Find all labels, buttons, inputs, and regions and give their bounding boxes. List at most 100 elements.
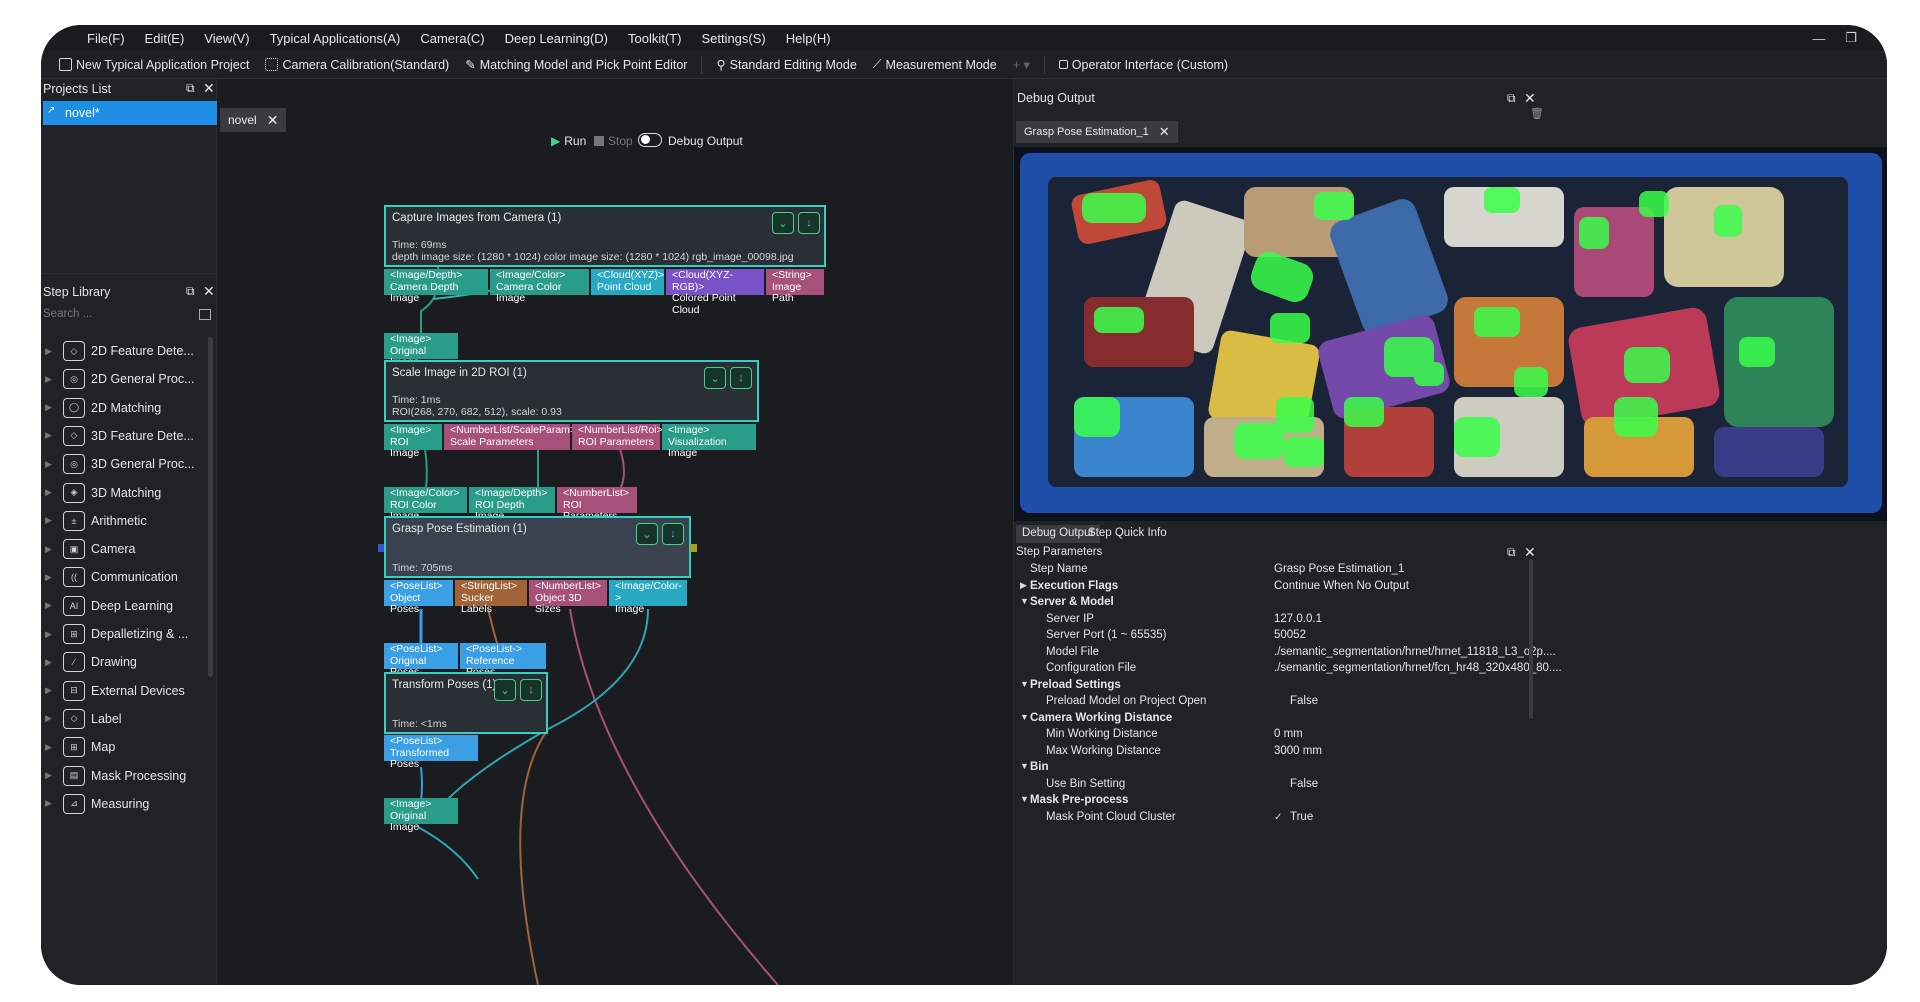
parameter-value[interactable]: 0 mm xyxy=(1274,728,1303,740)
breakpoint-icon[interactable]: ↓ xyxy=(520,679,542,701)
parameter-value[interactable]: ./semantic_segmentation/hrnet/fcn_hr48_3… xyxy=(1274,662,1562,674)
params-scrollbar[interactable] xyxy=(1529,559,1533,719)
parameter-row[interactable]: ▼ Server & Model xyxy=(1014,596,1887,612)
step-library-item[interactable]: ▶ ± Arithmetic xyxy=(41,507,211,535)
minimize-icon[interactable]: — xyxy=(1812,31,1825,46)
step-library-item[interactable]: ▶ ((Communication xyxy=(41,563,211,591)
parameter-row[interactable]: Preload Model on Project Open False xyxy=(1014,695,1887,711)
output-handle[interactable] xyxy=(690,544,697,552)
node-port[interactable]: <Cloud(XYZ-RGB)> Colored Point Cloud xyxy=(666,269,764,315)
parameter-row[interactable]: Server Port (1 ~ 65535) 50052 xyxy=(1014,629,1887,645)
expand-arrow-icon[interactable]: ▶ xyxy=(45,459,55,470)
camera-calibration-button[interactable]: Camera Calibration(Standard) xyxy=(257,58,457,72)
close-icon[interactable]: ✕ xyxy=(1524,90,1536,107)
parameter-value[interactable]: False xyxy=(1290,695,1318,707)
expand-arrow-icon[interactable]: ▶ xyxy=(45,600,55,611)
filter-icon[interactable] xyxy=(199,309,211,320)
menu-file[interactable]: File(F) xyxy=(77,31,135,46)
tab-grasp-pose-estimation[interactable]: Grasp Pose Estimation_1 ✕ xyxy=(1016,121,1178,143)
parameter-value[interactable]: False xyxy=(1290,778,1318,790)
add-mode-button[interactable]: + ▾ xyxy=(1005,57,1038,72)
node-port[interactable]: <Image/Depth> Camera Depth Image xyxy=(384,269,488,304)
parameter-row[interactable]: Use Bin Setting False xyxy=(1014,778,1887,794)
parameter-value[interactable]: ./semantic_segmentation/hrnet/hrnet_1181… xyxy=(1274,646,1556,658)
expand-arrow-icon[interactable]: ▶ xyxy=(45,629,55,640)
step-library-item[interactable]: ▶ ◎ 2D General Proc... xyxy=(41,365,211,393)
expand-arrow-icon[interactable]: ▶ xyxy=(45,515,55,526)
node-scale-image[interactable]: Scale Image in 2D ROI (1) Time: 1ms ROI(… xyxy=(384,360,759,422)
standard-editing-mode-button[interactable]: ⚲ Standard Editing Mode xyxy=(708,57,864,73)
node-port[interactable]: <PoseList->Reference Poses xyxy=(460,643,546,678)
expand-arrow-icon[interactable]: ▶ xyxy=(45,770,55,781)
step-library-item[interactable]: ▶ AI Deep Learning xyxy=(41,592,211,620)
expanded-arrow-icon[interactable]: ▼ xyxy=(1020,761,1029,771)
node-grasp-pose-estimation[interactable]: Grasp Pose Estimation (1) Time: 705ms ⌄ … xyxy=(384,516,691,578)
restore-icon[interactable]: ❐ xyxy=(1845,30,1857,46)
parameter-row[interactable]: Mask Point Cloud Cluster ✓ True xyxy=(1014,811,1887,827)
node-port[interactable]: <PoseList> Object Poses xyxy=(384,580,453,615)
debug-toggle-icon[interactable]: ⌄ xyxy=(494,679,516,701)
expand-arrow-icon[interactable]: ▶ xyxy=(45,346,55,357)
parameter-value[interactable]: 50052 xyxy=(1274,629,1306,641)
expand-arrow-icon[interactable]: ▶ xyxy=(45,685,55,696)
step-library-item[interactable]: ▶ ◈ 3D Matching xyxy=(41,479,211,507)
parameter-value[interactable]: Grasp Pose Estimation_1 xyxy=(1274,563,1404,575)
menu-help[interactable]: Help(H) xyxy=(776,31,841,46)
step-library-item[interactable]: ▶ ▣ Camera xyxy=(41,535,211,563)
node-port[interactable]: <Image/Color-> Image xyxy=(609,580,687,615)
node-port[interactable]: <Image/Color> Camera Color Image xyxy=(490,269,589,304)
step-library-item[interactable]: ▶ ▤ Mask Processing xyxy=(41,762,211,790)
parameter-row[interactable]: Model File ./semantic_segmentation/hrnet/… xyxy=(1014,646,1887,662)
node-port[interactable]: <StringList> Sucker Labels xyxy=(455,580,527,615)
step-library-item[interactable]: ▶ ∕ Drawing xyxy=(41,648,211,676)
step-library-item[interactable]: ▶ ⊞ Map xyxy=(41,733,211,761)
parameter-row[interactable]: Max Working Distance 3000 mm xyxy=(1014,745,1887,761)
close-icon[interactable]: ✕ xyxy=(203,283,215,300)
float-icon[interactable]: ⧉ xyxy=(186,284,195,299)
node-transform-poses[interactable]: Transform Poses (1) Time: <1ms ⌄ ↓ xyxy=(384,672,548,734)
node-port[interactable]: <NumberList/Roi> ROI Parameters xyxy=(572,424,663,450)
expand-arrow-icon[interactable]: ▶ xyxy=(45,487,55,498)
expand-arrow-icon[interactable]: ▶ xyxy=(45,544,55,555)
menu-toolkit[interactable]: Toolkit(T) xyxy=(618,31,691,46)
expand-arrow-icon[interactable]: ▶ xyxy=(45,713,55,724)
breakpoint-icon[interactable]: ↓ xyxy=(730,367,752,389)
port-scale-input[interactable]: <Image>Original Image xyxy=(384,333,458,368)
operator-interface-button[interactable]: Operator Interface (Custom) xyxy=(1051,58,1236,72)
collapsed-arrow-icon[interactable]: ▶ xyxy=(1020,580,1027,591)
menu-edit[interactable]: Edit(E) xyxy=(135,31,195,46)
float-icon[interactable]: ⧉ xyxy=(186,81,195,96)
debug-toggle-icon[interactable]: ⌄ xyxy=(636,523,658,545)
new-typical-application-button[interactable]: New Typical Application Project xyxy=(51,58,257,72)
port-transformed-poses[interactable]: <PoseList> Transformed Poses xyxy=(384,735,478,770)
expanded-arrow-icon[interactable]: ▼ xyxy=(1020,712,1029,722)
parameter-row[interactable]: ▶ Execution Flags Continue When No Output xyxy=(1014,580,1887,596)
expanded-arrow-icon[interactable]: ▼ xyxy=(1020,596,1029,606)
node-port[interactable]: <Cloud(XYZ)> Point Cloud xyxy=(591,269,664,295)
parameter-value[interactable]: 127.0.0.1 xyxy=(1274,613,1322,625)
node-port[interactable]: <Image/Depth>ROI Depth Image xyxy=(469,487,555,522)
parameter-row[interactable]: Configuration File ./semantic_segmentatio… xyxy=(1014,662,1887,678)
trash-icon[interactable]: 🗑 xyxy=(1530,107,1544,120)
menu-typical-applications[interactable]: Typical Applications(A) xyxy=(260,31,411,46)
expand-arrow-icon[interactable]: ▶ xyxy=(45,742,55,753)
parameter-row[interactable]: Server IP 127.0.0.1 xyxy=(1014,613,1887,629)
parameter-row[interactable]: ▼ Bin xyxy=(1014,761,1887,777)
node-port[interactable]: <Image> ROI Image xyxy=(384,424,442,459)
parameter-value[interactable]: True xyxy=(1290,811,1313,823)
project-item[interactable]: novel* xyxy=(43,101,217,125)
debug-toggle-icon[interactable]: ⌄ xyxy=(772,212,794,234)
node-capture-images[interactable]: Capture Images from Camera (1) Time: 69m… xyxy=(384,205,826,267)
expand-arrow-icon[interactable]: ▶ xyxy=(45,374,55,385)
measurement-mode-button[interactable]: ⟋ Measurement Mode xyxy=(865,57,1005,72)
parameter-row[interactable]: Step Name Grasp Pose Estimation_1 xyxy=(1014,563,1887,579)
breakpoint-icon[interactable]: ↓ xyxy=(662,523,684,545)
parameter-row[interactable]: ▼ Mask Pre-process xyxy=(1014,794,1887,810)
step-library-item[interactable]: ▶ ◇ 2D Feature Dete... xyxy=(41,337,211,365)
checked-checkbox-icon[interactable]: ✓ xyxy=(1274,812,1282,823)
tab-step-quick-info[interactable]: Step Quick Info xyxy=(1088,527,1167,539)
scrollbar[interactable] xyxy=(208,337,213,677)
expand-arrow-icon[interactable]: ▶ xyxy=(45,572,55,583)
close-icon[interactable]: ✕ xyxy=(1159,124,1170,140)
expanded-arrow-icon[interactable]: ▼ xyxy=(1020,794,1029,804)
